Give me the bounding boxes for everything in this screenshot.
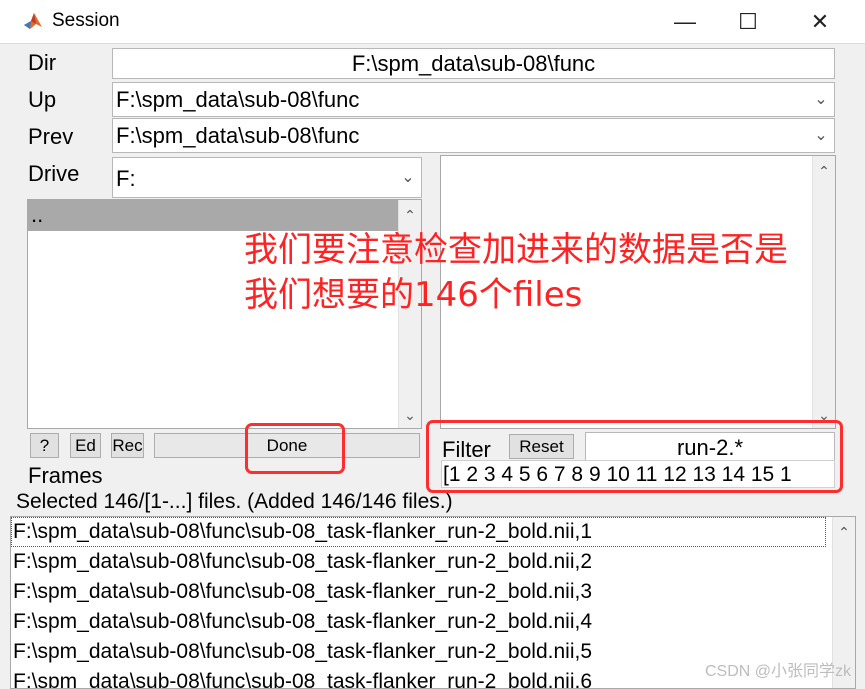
matlab-icon — [24, 13, 42, 29]
list-item[interactable]: .. — [28, 200, 399, 231]
recursive-button[interactable]: Rec — [111, 433, 144, 458]
prev-dropdown[interactable]: F:\spm_data\sub-08\func ⌄ — [112, 118, 835, 153]
list-item[interactable]: F:\spm_data\sub-08\func\sub-08_task-flan… — [13, 577, 592, 607]
chevron-up-icon[interactable]: ⌃ — [833, 521, 855, 543]
filter-highlight-box — [426, 420, 843, 493]
drive-label: Drive — [28, 161, 80, 186]
dir-field[interactable]: F:\spm_data\sub-08\func — [112, 48, 835, 79]
list-item[interactable]: F:\spm_data\sub-08\func\sub-08_task-flan… — [13, 547, 592, 577]
file-list-scrollbar[interactable]: ⌃ ⌄ — [812, 156, 835, 428]
watermark: CSDN @小张同学zk — [704, 663, 851, 680]
dir-value: F:\spm_data\sub-08\func — [351, 51, 596, 76]
dir-label: Dir — [28, 50, 57, 75]
prev-value: F:\spm_data\sub-08\func — [116, 123, 360, 148]
list-item[interactable]: F:\spm_data\sub-08\func\sub-08_task-flan… — [13, 667, 592, 688]
up-value: F:\spm_data\sub-08\func — [116, 87, 360, 112]
annotation-line-2: 我们想要的146个files — [244, 275, 583, 315]
chevron-up-icon[interactable]: ⌃ — [399, 204, 421, 226]
edit-button[interactable]: Ed — [70, 433, 101, 458]
list-item[interactable]: F:\spm_data\sub-08\func\sub-08_task-flan… — [13, 517, 592, 547]
frames-label: Frames — [28, 463, 103, 488]
close-button[interactable]: ✕ — [790, 0, 850, 44]
up-dropdown[interactable]: F:\spm_data\sub-08\func ⌄ — [112, 82, 835, 117]
status-text: Selected 146/[1-...] files. (Added 146/1… — [16, 490, 453, 513]
help-button[interactable]: ? — [30, 433, 59, 458]
list-item[interactable]: F:\spm_data\sub-08\func\sub-08_task-flan… — [13, 637, 592, 667]
done-highlight-box — [245, 423, 345, 474]
chevron-down-icon[interactable]: ⌄ — [399, 404, 421, 426]
minimize-button[interactable]: — — [655, 0, 715, 44]
prev-label: Prev — [28, 124, 74, 149]
chevron-down-icon: ⌄ — [814, 127, 828, 144]
window-title: Session — [52, 10, 120, 31]
chevron-down-icon: ⌄ — [401, 169, 415, 186]
annotation-line-1: 我们要注意检查加进来的数据是否是 — [244, 230, 788, 270]
drive-value: F: — [116, 166, 136, 191]
drive-dropdown[interactable]: F: ⌄ — [112, 157, 422, 198]
up-label: Up — [28, 87, 57, 112]
maximize-button[interactable]: ☐ — [718, 0, 778, 44]
chevron-down-icon: ⌄ — [814, 91, 828, 108]
list-item[interactable]: F:\spm_data\sub-08\func\sub-08_task-flan… — [13, 607, 592, 637]
chevron-up-icon[interactable]: ⌃ — [813, 160, 835, 182]
